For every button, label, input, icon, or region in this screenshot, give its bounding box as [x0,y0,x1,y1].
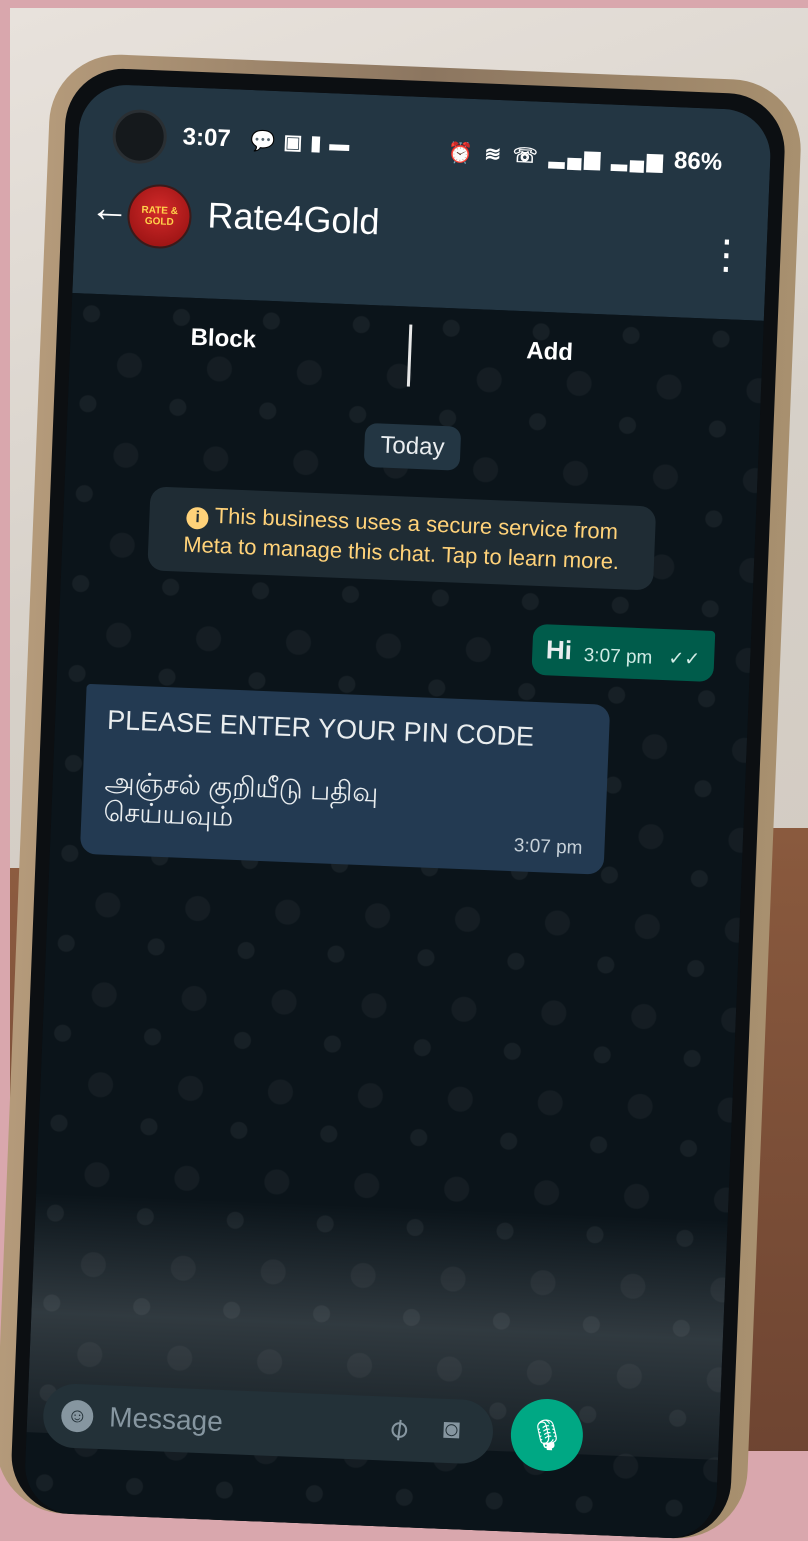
more-options-icon[interactable]: ⋮ [706,232,748,278]
notification-icons: 💬▣▮▬ [250,130,358,157]
outgoing-message[interactable]: Hi 3:07 pm ✓✓ [530,623,716,683]
emoji-icon[interactable]: ☺ [60,1399,94,1433]
date-chip: Today [363,422,462,471]
business-notice[interactable]: i This business uses a secure service fro… [147,486,657,591]
business-notice-text: This business uses a secure service from… [182,502,620,575]
microphone-icon: 🎙 [527,1417,567,1453]
app-bar: ← RATE & GOLD Rate4Gold ⋮ [74,179,769,287]
composer-bar: ☺ Message ⌀ ◙ 🎙 [25,1372,720,1490]
battery-level: 86% [673,147,723,176]
message-time: 3:07 pm [583,644,653,669]
action-divider [406,324,413,387]
status-time: 3:07 [182,123,232,153]
phone-case: 3:07 💬▣▮▬ ⏰ ≋ ☏ ▂▄▆ ▂▄▆ 86% ← RATE & GOL… [0,52,804,1541]
back-arrow-icon[interactable]: ← [89,186,131,233]
message-text-english: PLEASE ENTER YOUR PIN CODE [106,704,535,752]
system-icons: ⏰ ≋ ☏ ▂▄▆ ▂▄▆ 86% [447,141,723,176]
avatar-logo-text: RATE & GOLD [141,204,179,229]
attach-icon[interactable]: ⌀ [380,1409,416,1448]
add-button[interactable]: Add [526,337,574,367]
incoming-message[interactable]: PLEASE ENTER YOUR PIN CODE அஞ்சல் குறியீ… [79,683,611,875]
block-button[interactable]: Block [190,324,256,355]
info-icon: i [186,506,210,530]
contact-name[interactable]: Rate4Gold [207,194,381,243]
voice-message-button[interactable]: 🎙 [509,1397,585,1473]
message-placeholder[interactable]: Message [109,1401,224,1438]
chat-area[interactable]: Block Add Today i This business uses a se… [23,293,764,1540]
chat-header: 3:07 💬▣▮▬ ⏰ ≋ ☏ ▂▄▆ ▂▄▆ 86% ← RATE & GOL… [72,83,773,321]
front-camera [111,108,168,165]
phone-screen: 3:07 💬▣▮▬ ⏰ ≋ ☏ ▂▄▆ ▂▄▆ 86% ← RATE & GOL… [23,83,773,1540]
camera-icon[interactable]: ◙ [442,1413,460,1446]
message-input[interactable]: ☺ Message ⌀ ◙ [42,1382,495,1465]
read-receipt-icon: ✓✓ [667,648,701,671]
avatar[interactable]: RATE & GOLD [126,183,193,250]
phone-body: 3:07 💬▣▮▬ ⏰ ≋ ☏ ▂▄▆ ▂▄▆ 86% ← RATE & GOL… [9,66,787,1541]
message-text: Hi [545,634,573,666]
status-bar: 3:07 💬▣▮▬ ⏰ ≋ ☏ ▂▄▆ ▂▄▆ 86% [78,108,771,185]
